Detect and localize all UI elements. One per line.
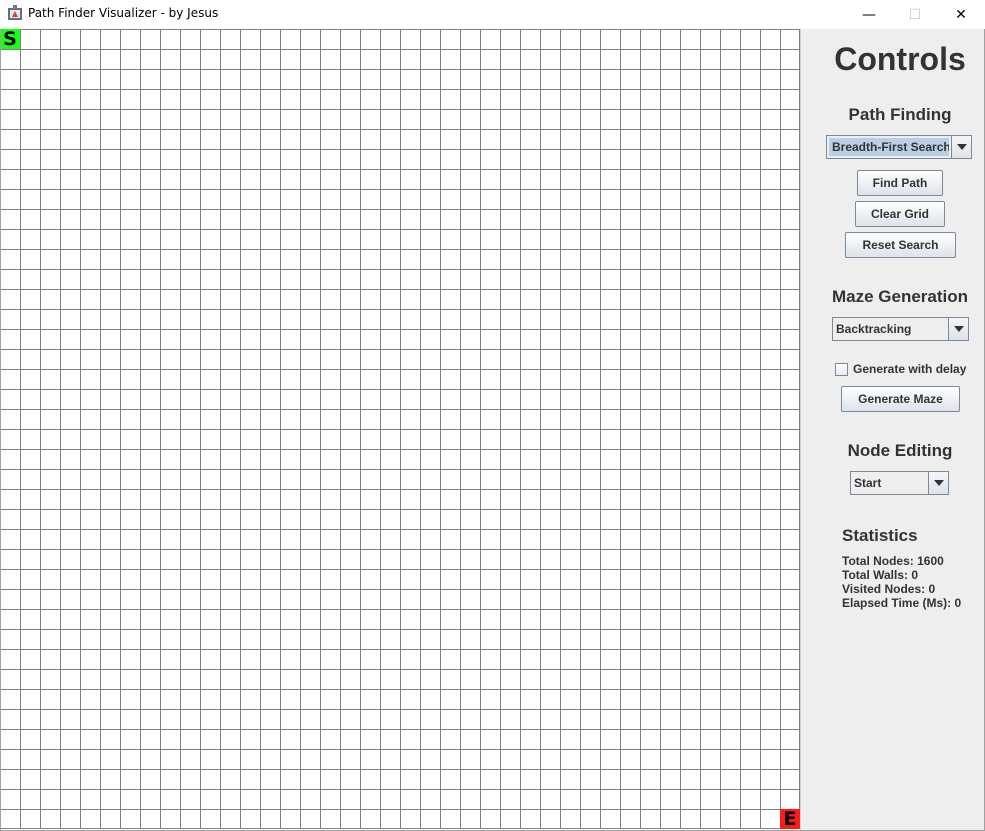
controls-title: Controls xyxy=(834,41,966,77)
generate-with-delay-option[interactable]: Generate with delay xyxy=(835,362,966,376)
title-bar: Path Finder Visualizer - by Jesus — ☐ ✕ xyxy=(0,0,985,29)
maze-algorithm-select[interactable]: Backtracking xyxy=(832,317,969,341)
chevron-down-icon[interactable] xyxy=(948,318,968,340)
start-node[interactable]: S xyxy=(0,29,20,49)
close-button[interactable]: ✕ xyxy=(938,0,984,29)
grid-lines xyxy=(0,29,800,829)
controls-panel: Controls Path Finding Breadth-First Sear… xyxy=(800,29,984,830)
chevron-down-icon[interactable] xyxy=(951,136,971,158)
minimize-button[interactable]: — xyxy=(846,0,892,29)
stat-total-nodes: Total Nodes: 1600 xyxy=(842,554,944,568)
window-title: Path Finder Visualizer - by Jesus xyxy=(28,6,219,20)
generate-with-delay-label: Generate with delay xyxy=(853,362,967,376)
clear-grid-button[interactable]: Clear Grid xyxy=(855,201,945,227)
maze-generation-title: Maze Generation xyxy=(831,287,969,306)
maximize-button[interactable]: ☐ xyxy=(892,0,938,29)
path-grid[interactable]: S E xyxy=(0,29,800,830)
statistics-title: Statistics xyxy=(842,526,918,545)
node-editing-select[interactable]: Start xyxy=(850,471,949,495)
window-border-left xyxy=(0,29,1,831)
maze-algorithm-value: Backtracking xyxy=(836,322,912,336)
path-finding-title: Path Finding xyxy=(848,105,952,124)
reset-search-button[interactable]: Reset Search xyxy=(845,232,956,258)
node-editing-title: Node Editing xyxy=(847,441,953,460)
java-app-icon xyxy=(8,5,22,20)
end-node[interactable]: E xyxy=(780,809,800,829)
stat-elapsed-time: Elapsed Time (Ms): 0 xyxy=(842,596,962,610)
generate-maze-button[interactable]: Generate Maze xyxy=(841,386,960,412)
node-editing-value: Start xyxy=(854,476,882,490)
pathfinding-algorithm-select[interactable]: Breadth-First Search xyxy=(826,135,972,159)
stat-visited-nodes: Visited Nodes: 0 xyxy=(842,582,936,596)
chevron-down-icon[interactable] xyxy=(928,472,948,494)
pathfinding-algorithm-value: Breadth-First Search xyxy=(829,138,949,156)
stat-total-walls: Total Walls: 0 xyxy=(842,568,919,582)
find-path-button[interactable]: Find Path xyxy=(857,170,943,196)
generate-with-delay-checkbox[interactable] xyxy=(835,362,848,376)
